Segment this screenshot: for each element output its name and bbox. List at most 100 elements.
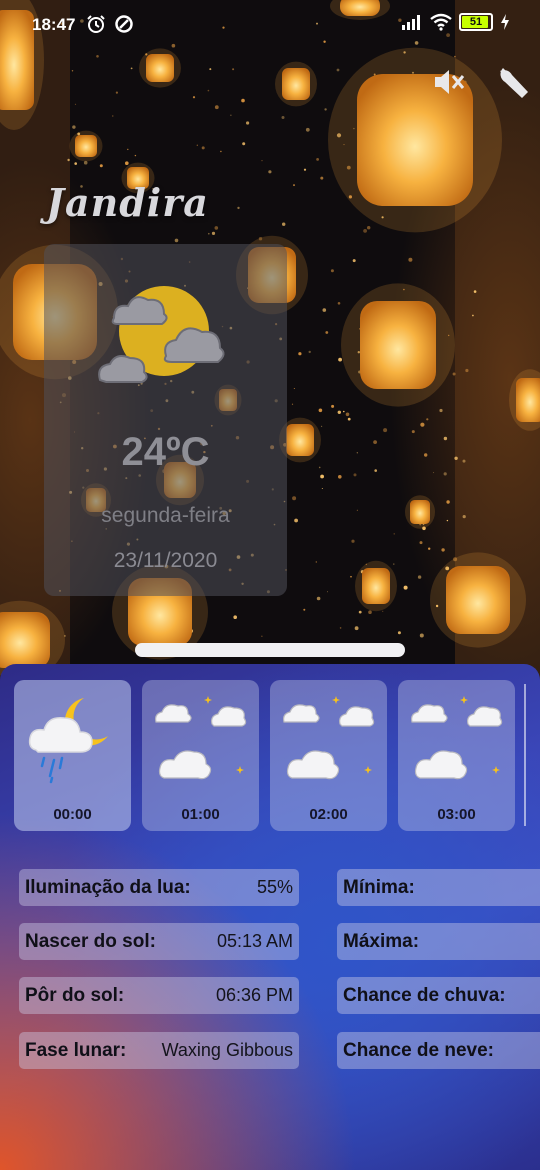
star-dot: [383, 428, 388, 433]
star-dot: [242, 142, 246, 146]
mute-button[interactable]: [428, 62, 468, 102]
star-dot: [454, 456, 458, 460]
star-dot: [174, 238, 179, 243]
star-dot: [99, 164, 103, 168]
star-dot: [452, 372, 456, 376]
data-saver-icon: [115, 15, 133, 33]
lantern: [516, 378, 540, 422]
star-dot: [352, 259, 356, 263]
star-dot: [446, 500, 450, 504]
max-temp-row: Máxima:: [337, 923, 540, 960]
star-dot: [230, 114, 232, 116]
star-dot: [343, 410, 345, 413]
star-dot: [281, 116, 285, 119]
star-dot: [308, 350, 311, 354]
star-dot: [433, 472, 435, 474]
hourly-forecast-list[interactable]: 00:00 01:00 02:00 03:00: [14, 680, 540, 832]
star-dot: [465, 368, 469, 373]
star-dot: [208, 232, 210, 235]
star-dot: [192, 96, 196, 99]
star-dot: [321, 488, 323, 489]
star-dot: [337, 410, 341, 414]
hour-card[interactable]: 00:00: [14, 680, 131, 831]
snow-chance-row: Chance de neve:: [337, 1032, 540, 1069]
rain-chance-row: Chance de chuva:: [337, 977, 540, 1014]
info-value: 55%: [256, 877, 293, 897]
star-dot: [130, 67, 133, 70]
star-dot: [209, 68, 212, 71]
star-dot: [321, 425, 323, 427]
star-dot: [214, 226, 219, 230]
hour-card[interactable]: 01:00: [142, 680, 259, 831]
min-temp-row: Mínima:: [337, 869, 540, 906]
star-dot: [428, 547, 431, 550]
star-dot: [67, 158, 70, 162]
star-dot: [201, 146, 205, 150]
star-dot: [338, 357, 342, 362]
current-weather-card: 24ºC segunda-feira 23/11/2020: [44, 244, 287, 596]
star-dot: [408, 257, 413, 262]
info-value: 06:36 PM: [215, 985, 293, 1005]
star-dot: [443, 472, 447, 476]
hour-time: 03:00: [437, 806, 476, 823]
star-dot: [373, 440, 377, 444]
lantern: [0, 612, 50, 668]
star-dot: [134, 154, 137, 157]
star-dot: [393, 533, 395, 535]
info-label: Pôr do sol:: [25, 984, 125, 1006]
current-date: 23/11/2020: [113, 549, 218, 572]
star-dot: [420, 422, 425, 427]
bottom-sheet-drag-handle[interactable]: [135, 643, 405, 657]
info-label: Mínima:: [343, 876, 415, 898]
star-dot: [350, 575, 352, 578]
lantern: [286, 424, 314, 456]
star-dot: [443, 436, 448, 441]
star-dot: [293, 388, 295, 389]
alarm-icon: [87, 15, 105, 33]
info-label: Chance de chuva:: [343, 984, 506, 1006]
star-dot: [462, 459, 466, 463]
star-dot: [211, 231, 216, 235]
settings-button[interactable]: [494, 62, 534, 102]
star-dot: [71, 70, 74, 72]
cloudy-night-icon: [283, 696, 375, 780]
star-dot: [282, 222, 286, 226]
lantern: [146, 54, 174, 82]
star-dot: [356, 452, 358, 454]
hour-card[interactable]: 02:00: [270, 680, 387, 831]
star-dot: [327, 591, 328, 593]
star-dot: [403, 585, 408, 590]
hour-time: 00:00: [53, 806, 92, 823]
lantern: [360, 301, 436, 389]
star-dot: [397, 631, 401, 635]
star-dot: [241, 98, 245, 103]
star-dot: [303, 168, 307, 171]
star-dot: [303, 608, 306, 611]
horizontal-scrollbar[interactable]: [524, 684, 526, 826]
cloudy-sun-icon: [98, 286, 225, 383]
star-dot: [374, 469, 378, 472]
star-dot: [320, 176, 324, 180]
star-dot: [298, 352, 302, 356]
star-dot: [358, 610, 362, 614]
star-dot: [320, 474, 324, 479]
star-dot: [207, 89, 210, 92]
star-dot: [367, 226, 371, 230]
city-name: Jandira: [46, 180, 209, 225]
hour-time: 01:00: [181, 806, 220, 823]
lantern: [75, 135, 97, 157]
star-dot: [330, 269, 334, 273]
star-dot: [347, 417, 351, 421]
star-dot: [331, 404, 335, 408]
star-dot: [268, 170, 272, 174]
star-dot: [417, 575, 422, 579]
moon-illumination-row: Iluminação da lua: 55%: [19, 869, 299, 906]
lantern: [410, 500, 430, 524]
star-dot: [472, 314, 474, 317]
star-dot: [246, 121, 250, 125]
signal-icon: [402, 15, 420, 30]
star-dot: [337, 302, 341, 305]
hour-card[interactable]: 03:00: [398, 680, 515, 831]
star-dot: [292, 496, 297, 501]
star-dot: [293, 184, 295, 187]
